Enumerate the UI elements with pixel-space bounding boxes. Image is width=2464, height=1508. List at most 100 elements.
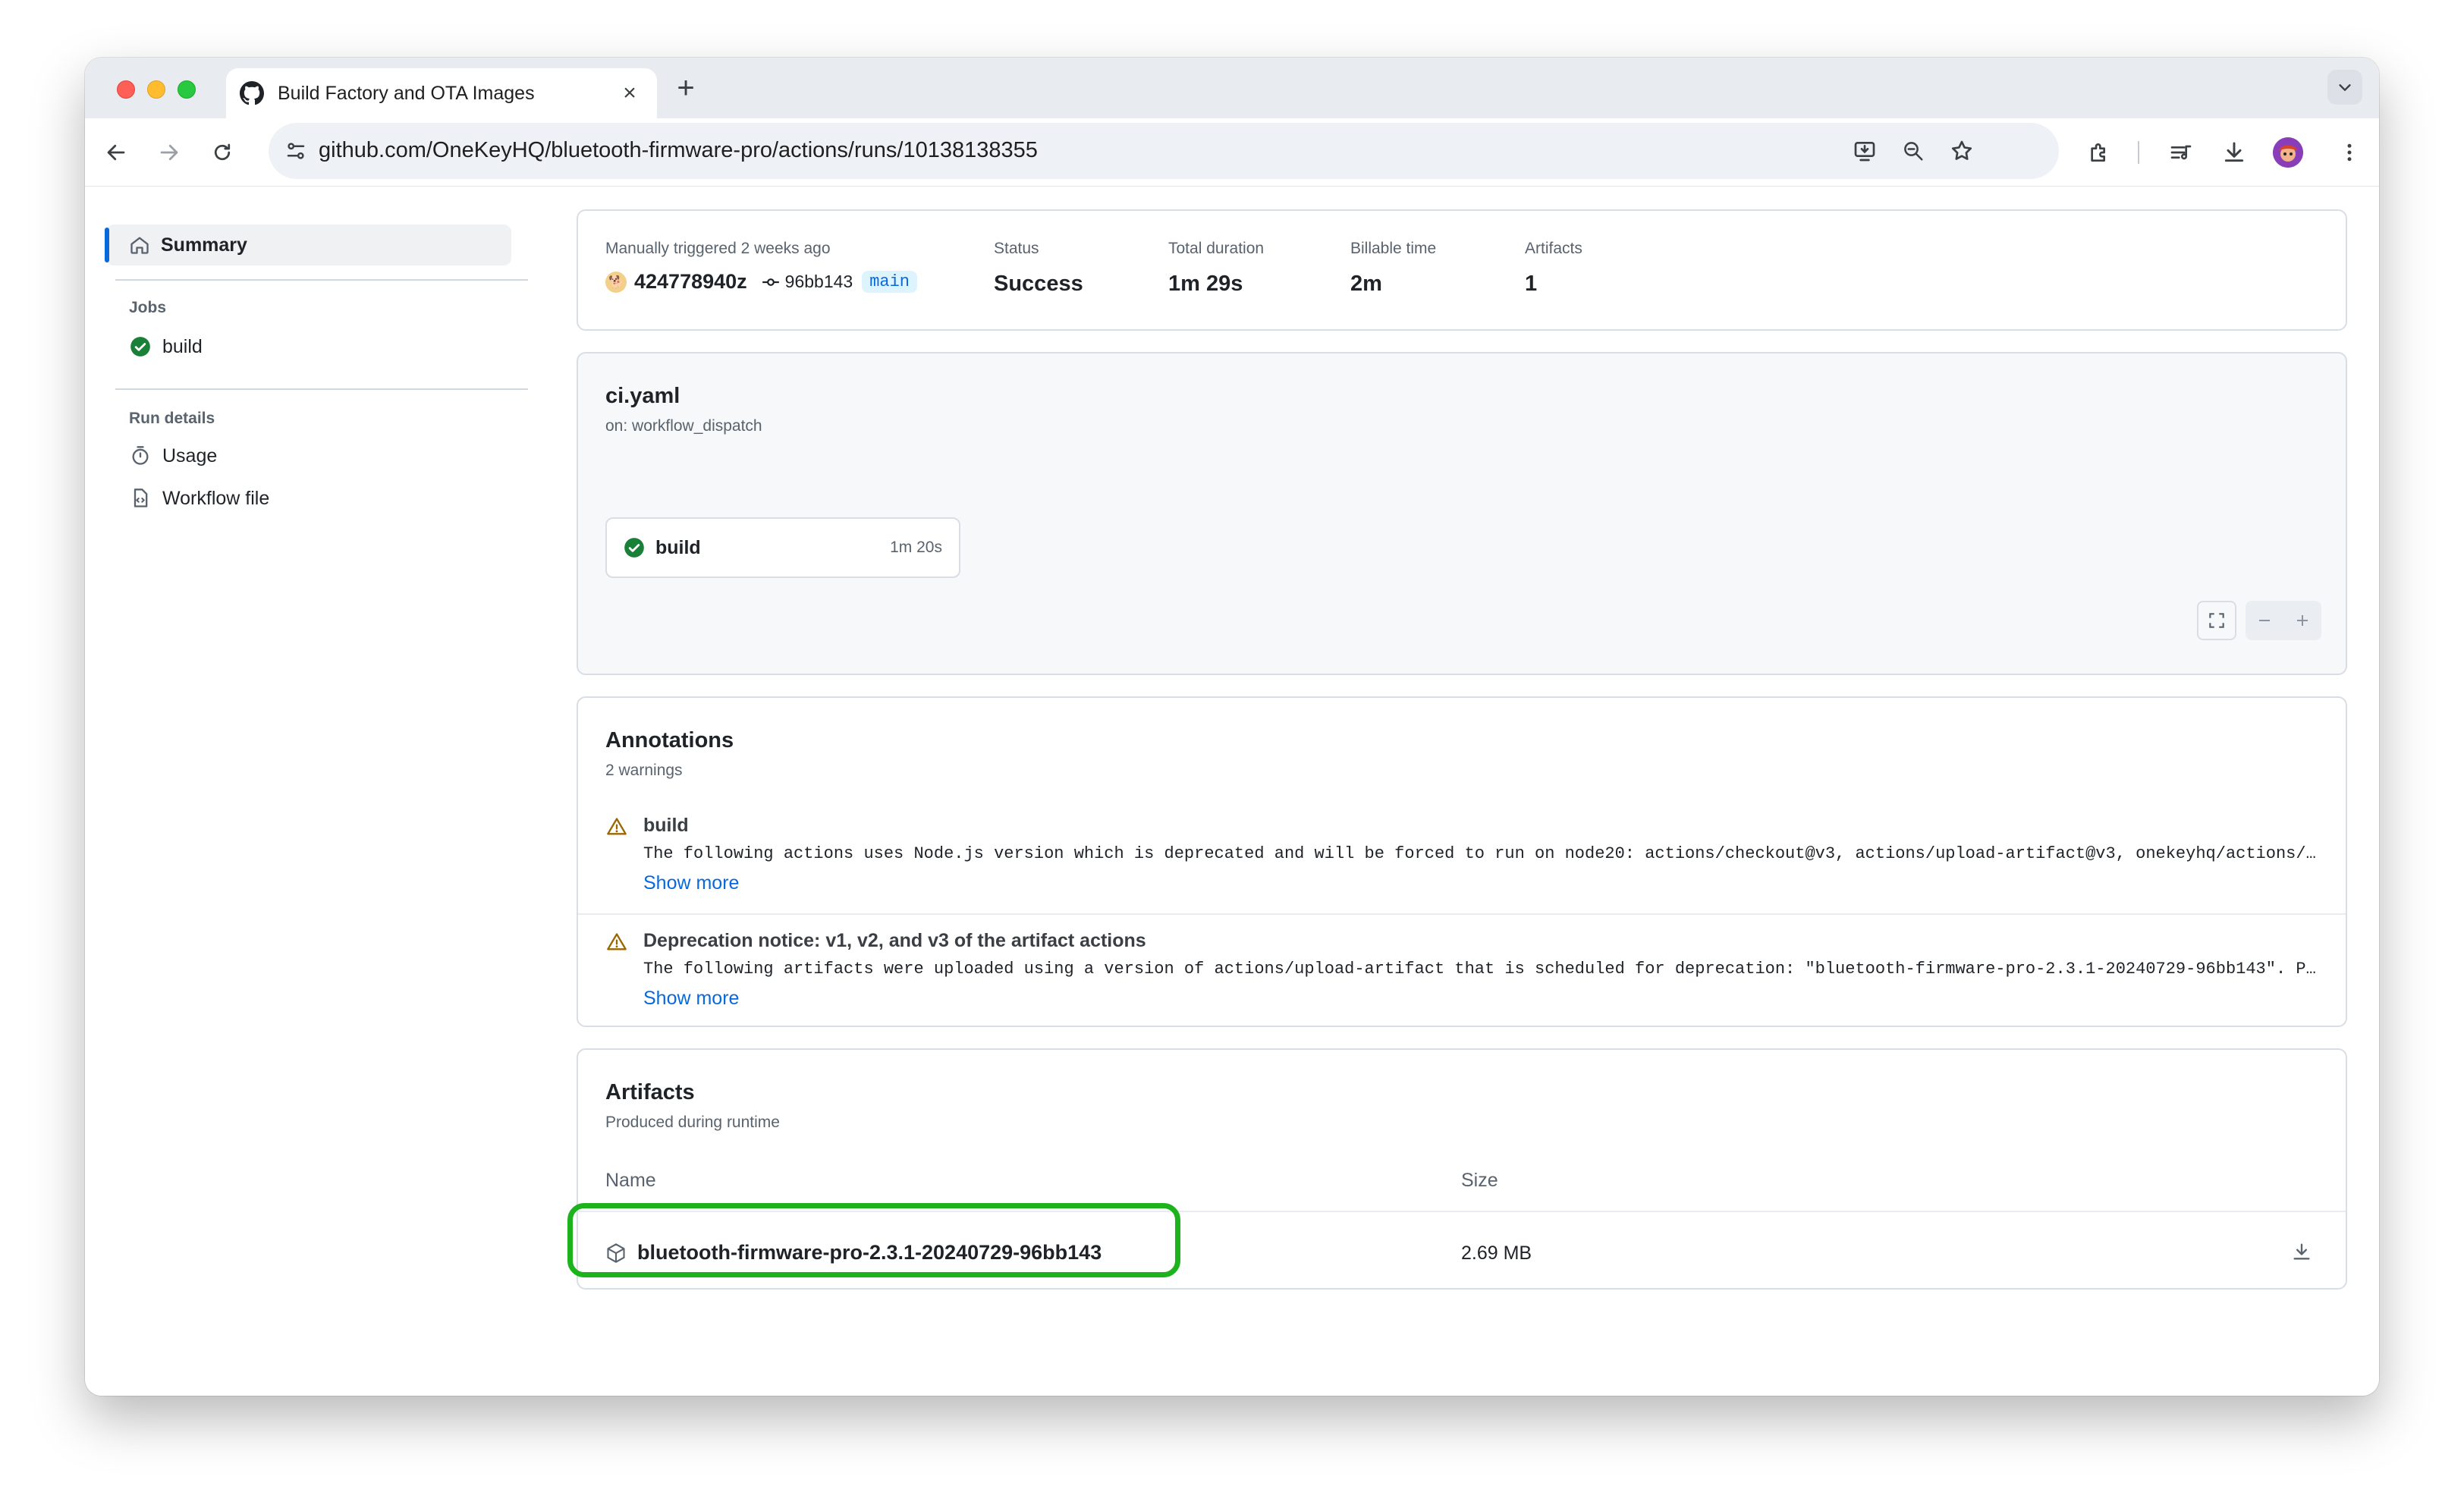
workflow-file-name: ci.yaml: [605, 384, 680, 408]
workflow-trigger: on: workflow_dispatch: [605, 417, 762, 435]
artifacts-count-value[interactable]: 1: [1525, 272, 1582, 297]
git-commit-icon: [762, 278, 779, 286]
artifact-download-button[interactable]: [2288, 1238, 2315, 1265]
sidebar-item-label: build: [162, 335, 203, 357]
reading-list-button[interactable]: [2164, 135, 2198, 170]
annotations-subtitle: 2 warnings: [605, 762, 683, 779]
zoom-out-button[interactable]: [2246, 611, 2283, 630]
puzzle-icon: [2091, 143, 2105, 162]
column-header-size: Size: [1461, 1170, 1498, 1191]
success-check-icon: [129, 335, 152, 358]
forward-button[interactable]: [152, 135, 187, 170]
playlist-icon: [2170, 145, 2192, 160]
fullscreen-button[interactable]: [2197, 601, 2236, 640]
zoom-in-button[interactable]: [2283, 611, 2321, 630]
job-duration: 1m 20s: [890, 539, 942, 556]
reload-icon: [214, 143, 231, 161]
arrow-right-icon: [160, 144, 178, 161]
branch-label[interactable]: main: [862, 271, 918, 293]
toolbar-separator: [2138, 141, 2139, 164]
github-icon: [240, 81, 264, 105]
artifacts-card: Artifacts Produced during runtime Name S…: [567, 1048, 2347, 1290]
home-icon: [130, 237, 149, 254]
sidebar-item-summary[interactable]: Summary: [105, 225, 511, 265]
bookmark-star-icon[interactable]: [1947, 136, 1977, 166]
address-bar[interactable]: github.com/OneKeyHQ/bluetooth-firmware-p…: [269, 123, 2059, 179]
file-code-icon: [129, 487, 152, 510]
sidebar-run-details-heading: Run details: [129, 410, 215, 427]
annotation-message: The following artifacts were uploaded us…: [643, 960, 2320, 979]
show-more-link[interactable]: Show more: [643, 872, 2320, 894]
profile-avatar[interactable]: [2273, 137, 2303, 168]
job-name: build: [655, 536, 701, 558]
url-text: github.com/OneKeyHQ/bluetooth-firmware-p…: [319, 138, 1038, 162]
tab-title: Build Factory and OTA Images: [278, 82, 535, 104]
annotation-title[interactable]: build: [643, 815, 2320, 837]
annotation-item: Deprecation notice: v1, v2, and v3 of th…: [605, 930, 2320, 1010]
trigger-info: Manually triggered 2 weeks ago 🐕 4247789…: [605, 240, 918, 294]
run-main: Manually triggered 2 weeks ago 🐕 4247789…: [567, 209, 2347, 1290]
download-icon: [2224, 142, 2244, 162]
artifacts-title: Artifacts: [605, 1080, 695, 1104]
commit-sha: 96bb143: [784, 272, 853, 291]
extensions-button[interactable]: [2082, 135, 2117, 170]
browser-menu-button[interactable]: [2332, 135, 2367, 170]
artifact-size: 2.69 MB: [1461, 1243, 1532, 1264]
warning-icon: [607, 933, 627, 950]
artifacts-subtitle: Produced during runtime: [605, 1114, 780, 1131]
tab-search-button[interactable]: [2327, 70, 2362, 105]
annotation-title[interactable]: Deprecation notice: v1, v2, and v3 of th…: [643, 930, 2320, 952]
maximize-window-button[interactable]: [178, 80, 196, 99]
arrow-left-icon: [107, 144, 125, 161]
commit-link[interactable]: 96bb143: [761, 272, 853, 292]
actor-avatar: 🐕: [605, 271, 627, 293]
actor-link[interactable]: 424778940z: [634, 270, 747, 294]
annotation-divider: [578, 913, 2346, 915]
artifacts-count-block: Artifacts 1: [1525, 240, 1582, 297]
new-tab-button[interactable]: +: [669, 71, 702, 105]
tab-strip: Build Factory and OTA Images × +: [85, 58, 2379, 118]
success-check-icon: [624, 538, 644, 558]
annotation-message: The following actions uses Node.js versi…: [643, 844, 2320, 863]
site-settings-icon[interactable]: [281, 136, 311, 166]
minimize-window-button[interactable]: [147, 80, 165, 99]
more-vertical-icon: [2347, 143, 2352, 162]
zoom-icon[interactable]: [1898, 136, 1928, 166]
downloads-button[interactable]: [2217, 135, 2252, 170]
sidebar-jobs-heading: Jobs: [129, 299, 167, 316]
sidebar-item-workflow-file[interactable]: Workflow file: [129, 478, 269, 519]
job-node-build[interactable]: build 1m 20s: [605, 517, 960, 578]
sidebar-item-usage[interactable]: Usage: [129, 435, 217, 476]
status-label: Status: [994, 240, 1039, 257]
sidebar-divider: [115, 279, 528, 281]
sidebar-item-label: Usage: [162, 445, 218, 467]
page-content: Summary Jobs build Run details Usage Wor…: [85, 187, 2379, 1396]
install-app-icon[interactable]: [1850, 136, 1880, 166]
reload-button[interactable]: [205, 135, 240, 170]
sidebar-divider: [115, 388, 528, 390]
billable-block: Billable time 2m: [1350, 240, 1436, 297]
duration-label: Total duration: [1168, 240, 1265, 257]
browser-window: Build Factory and OTA Images × + github.…: [85, 58, 2379, 1396]
browser-toolbar: github.com/OneKeyHQ/bluetooth-firmware-p…: [85, 118, 2379, 187]
download-icon: [2293, 1243, 2310, 1260]
minus-icon: [2259, 620, 2270, 621]
trigger-label: Manually triggered 2 weeks ago: [605, 240, 831, 257]
tab-close-icon[interactable]: ×: [618, 80, 642, 105]
back-button[interactable]: [99, 135, 134, 170]
show-more-link[interactable]: Show more: [643, 988, 2320, 1010]
warning-icon: [607, 818, 627, 835]
zoom-controls: [2246, 601, 2321, 640]
browser-tab[interactable]: Build Factory and OTA Images ×: [226, 68, 657, 118]
chevron-down-icon: [2339, 84, 2351, 91]
stopwatch-icon: [129, 445, 152, 467]
plus-icon: [2297, 615, 2308, 626]
billable-label: Billable time: [1350, 240, 1437, 257]
billable-value: 2m: [1350, 272, 1382, 296]
status-block: Status Success: [994, 240, 1083, 297]
run-summary-card: Manually triggered 2 weeks ago 🐕 4247789…: [577, 209, 2347, 331]
duration-block: Total duration 1m 29s: [1168, 240, 1264, 297]
sidebar-item-build[interactable]: build: [129, 326, 203, 367]
close-window-button[interactable]: [117, 80, 135, 99]
sidebar-item-label: Workflow file: [162, 487, 270, 509]
